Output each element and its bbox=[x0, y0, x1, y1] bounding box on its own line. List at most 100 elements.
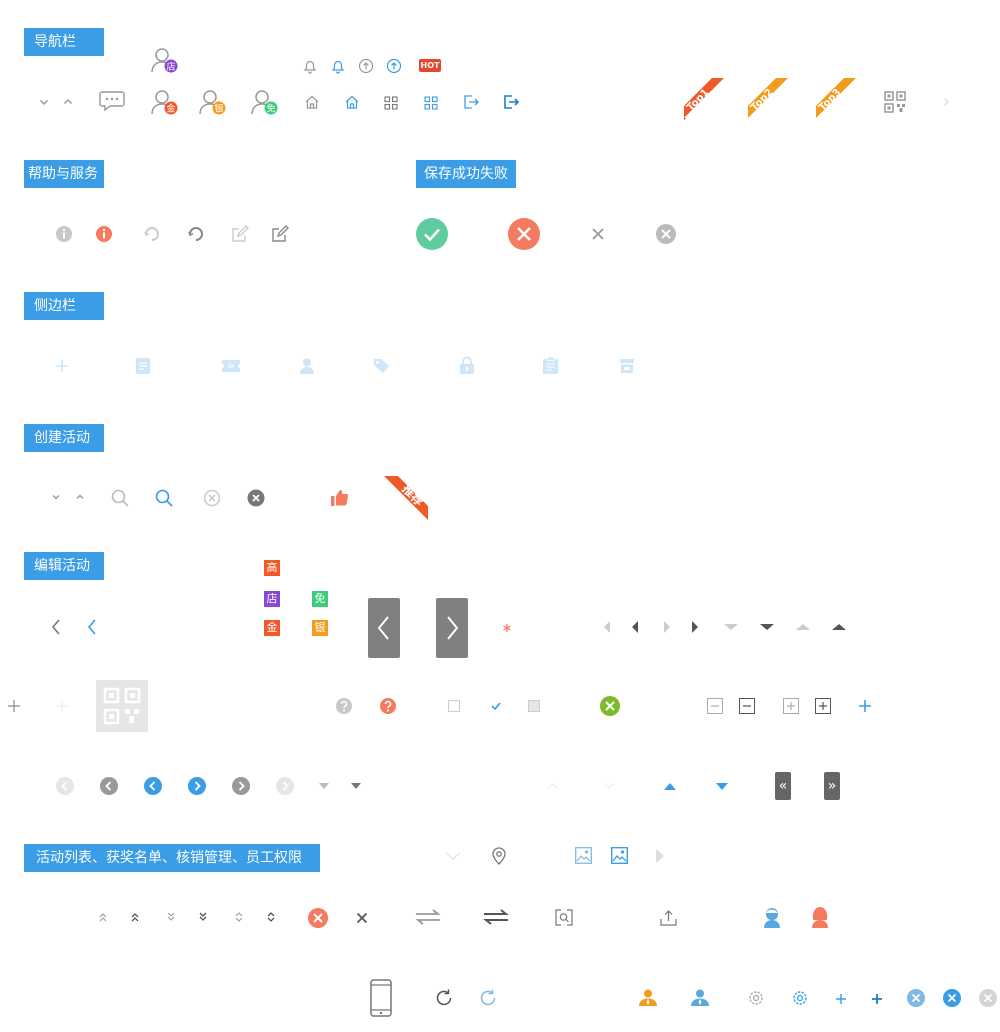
lock-icon[interactable] bbox=[460, 356, 474, 374]
minus-square-light-icon[interactable] bbox=[707, 698, 723, 714]
close-circle-blue-icon[interactable] bbox=[943, 989, 961, 1007]
caret-down-blue-icon[interactable] bbox=[716, 783, 728, 790]
clear-icon[interactable] bbox=[203, 489, 221, 507]
chevron-left-icon[interactable] bbox=[50, 618, 62, 636]
image-icon[interactable] bbox=[575, 847, 592, 864]
close-dark-icon[interactable] bbox=[356, 912, 368, 924]
qr-code-icon[interactable] bbox=[884, 91, 906, 113]
refresh-icon[interactable] bbox=[143, 225, 161, 243]
info-active-icon[interactable] bbox=[95, 225, 113, 243]
chevron-down-small-icon[interactable] bbox=[51, 492, 61, 502]
home-icon[interactable] bbox=[304, 94, 320, 110]
logout-icon[interactable] bbox=[462, 93, 480, 111]
chevron-down-faint-icon[interactable] bbox=[602, 781, 616, 791]
grid-active-icon[interactable] bbox=[424, 96, 438, 110]
plus-thin-light-icon[interactable] bbox=[55, 699, 69, 713]
search-icon[interactable] bbox=[111, 489, 129, 507]
double-up-icon[interactable] bbox=[129, 911, 141, 923]
bell-active-icon[interactable] bbox=[330, 58, 346, 74]
search-active-icon[interactable] bbox=[155, 489, 173, 507]
minus-square-icon[interactable] bbox=[739, 698, 755, 714]
close-icon[interactable] bbox=[591, 227, 605, 241]
circle-left-light-icon[interactable] bbox=[56, 777, 74, 795]
close-circle-red-icon[interactable] bbox=[308, 908, 328, 928]
chevron-down-faint-2-icon[interactable] bbox=[444, 851, 462, 861]
triangle-right-faint-icon[interactable] bbox=[655, 848, 665, 864]
settings-icon[interactable] bbox=[747, 989, 765, 1007]
chevron-left-active-icon[interactable] bbox=[86, 618, 98, 636]
help-icon[interactable] bbox=[335, 697, 353, 715]
help-active-icon[interactable] bbox=[379, 697, 397, 715]
triangle-up-light-icon[interactable] bbox=[795, 623, 811, 631]
checkbox-checked-icon[interactable] bbox=[490, 700, 502, 712]
double-up-light-icon[interactable] bbox=[97, 911, 109, 923]
clear-dark-icon[interactable] bbox=[247, 489, 265, 507]
chevron-up-small-icon[interactable] bbox=[75, 492, 85, 502]
logout-active-icon[interactable] bbox=[502, 93, 520, 111]
circle-right-blue-icon[interactable] bbox=[188, 777, 206, 795]
info-icon[interactable] bbox=[55, 225, 73, 243]
triangle-left-icon[interactable] bbox=[630, 620, 640, 634]
sort-light-icon[interactable] bbox=[233, 911, 245, 923]
caret-down-light-icon[interactable] bbox=[319, 783, 329, 789]
plus-square-light-icon[interactable] bbox=[783, 698, 799, 714]
edit-icon[interactable] bbox=[231, 225, 249, 243]
close-circle-gray-light-icon[interactable] bbox=[979, 989, 997, 1007]
double-right-button[interactable]: » bbox=[824, 772, 840, 800]
circle-right-light-icon[interactable] bbox=[276, 777, 294, 795]
triangle-right-icon[interactable] bbox=[690, 620, 700, 634]
triangle-up-icon[interactable] bbox=[831, 623, 847, 631]
triangle-down-icon[interactable] bbox=[759, 623, 775, 631]
document-icon[interactable] bbox=[136, 358, 150, 374]
plus-blue-small-icon[interactable] bbox=[835, 993, 847, 1005]
caret-down-icon[interactable] bbox=[351, 783, 361, 789]
grid-icon[interactable] bbox=[384, 96, 398, 110]
double-down-light-icon[interactable] bbox=[165, 911, 177, 923]
close-circle-blue-light-icon[interactable] bbox=[907, 989, 925, 1007]
image-active-icon[interactable] bbox=[610, 846, 629, 865]
store-icon[interactable] bbox=[620, 359, 634, 373]
chevron-right-light-icon[interactable] bbox=[940, 96, 952, 108]
message-icon[interactable] bbox=[99, 90, 125, 112]
location-icon[interactable] bbox=[491, 847, 507, 865]
ticket-icon[interactable] bbox=[222, 360, 240, 372]
tag-icon[interactable] bbox=[374, 359, 390, 373]
chevron-down-icon[interactable] bbox=[38, 96, 50, 108]
bell-icon[interactable] bbox=[302, 58, 318, 74]
upload-icon[interactable] bbox=[660, 909, 677, 926]
refresh-blue-icon[interactable] bbox=[478, 988, 498, 1008]
close-circle-gray-icon[interactable] bbox=[655, 223, 677, 245]
circle-left-blue-icon[interactable] bbox=[144, 777, 162, 795]
triangle-right-light-icon[interactable] bbox=[662, 620, 672, 634]
double-left-button[interactable]: « bbox=[775, 772, 791, 800]
plus-blue-bold-icon[interactable] bbox=[871, 993, 883, 1005]
next-slide-button[interactable] bbox=[436, 598, 468, 658]
close-circle-green-icon[interactable] bbox=[600, 696, 620, 716]
scan-icon[interactable] bbox=[555, 909, 573, 926]
checkbox-disabled-icon[interactable] bbox=[528, 700, 540, 712]
plus-icon[interactable] bbox=[55, 359, 69, 373]
plus-blue-icon[interactable] bbox=[858, 699, 872, 713]
arrow-up-circle-active-icon[interactable] bbox=[386, 58, 402, 74]
checkbox-icon[interactable] bbox=[448, 700, 460, 712]
plus-square-icon[interactable] bbox=[815, 698, 831, 714]
edit-dark-icon[interactable] bbox=[271, 225, 289, 243]
plus-thin-icon[interactable] bbox=[7, 699, 21, 713]
refresh-dark-icon[interactable] bbox=[187, 225, 205, 243]
refresh-gray-icon[interactable] bbox=[434, 988, 454, 1008]
circle-right-gray-icon[interactable] bbox=[232, 777, 250, 795]
caret-up-blue-icon[interactable] bbox=[664, 783, 676, 790]
sort-icon[interactable] bbox=[265, 911, 277, 923]
swap-icon[interactable] bbox=[483, 908, 509, 926]
chevron-up-faint-icon[interactable] bbox=[546, 781, 560, 791]
swap-light-icon[interactable] bbox=[415, 908, 441, 926]
double-down-icon[interactable] bbox=[197, 911, 209, 923]
triangle-down-light-icon[interactable] bbox=[723, 623, 739, 631]
clipboard-icon[interactable] bbox=[543, 356, 558, 374]
user-icon[interactable] bbox=[300, 358, 314, 374]
settings-blue-icon[interactable] bbox=[791, 989, 809, 1007]
circle-left-gray-icon[interactable] bbox=[100, 777, 118, 795]
home-active-icon[interactable] bbox=[344, 94, 360, 110]
arrow-up-circle-icon[interactable] bbox=[358, 58, 374, 74]
triangle-left-light-icon[interactable] bbox=[602, 620, 612, 634]
